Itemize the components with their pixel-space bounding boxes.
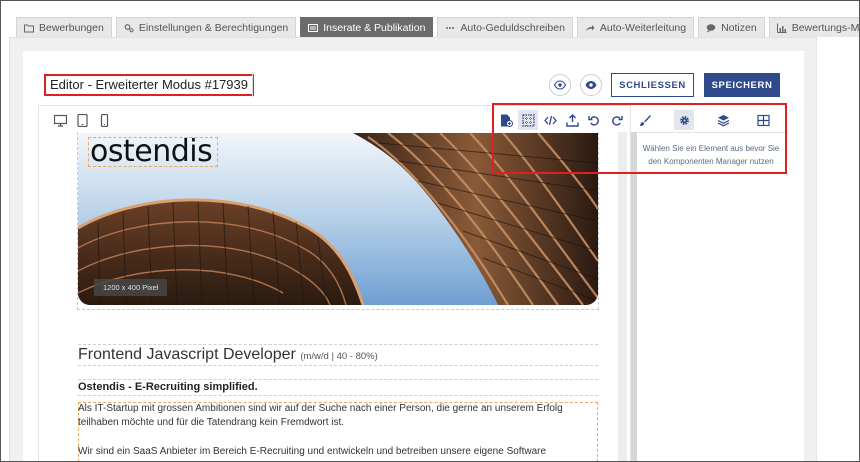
preview-eye-button[interactable] <box>549 74 571 96</box>
component-outline-button[interactable] <box>518 110 538 130</box>
newspaper-icon <box>308 23 319 33</box>
editor-title: Editor - Erweiterter Modus #17939 <box>44 74 254 96</box>
redo-button[interactable] <box>606 110 626 130</box>
paint-brush-icon <box>639 114 651 126</box>
tab-label: Einstellungen & Berechtigungen <box>138 21 289 34</box>
mobile-icon <box>100 113 108 127</box>
eye-icon <box>554 80 566 90</box>
tab-bewerbungen[interactable]: Bewerbungen <box>16 17 112 37</box>
gears-icon <box>124 23 134 33</box>
undo-button[interactable] <box>584 110 604 130</box>
tab-inserate[interactable]: Inserate & Publikation <box>300 17 434 37</box>
trait-manager-button[interactable] <box>674 110 694 130</box>
gear-icon <box>679 115 689 125</box>
folder-icon <box>24 23 34 33</box>
layer-manager-button[interactable] <box>713 110 733 130</box>
description-paragraph-2[interactable]: Wir sind ein SaaS Anbieter im Bereich E-… <box>78 445 596 459</box>
blocks-button[interactable] <box>753 110 773 130</box>
company-logo[interactable]: ostendis <box>90 136 213 168</box>
company-tagline[interactable]: Ostendis - E-Recruiting simplified. <box>78 380 258 394</box>
code-view-button[interactable] <box>540 110 560 130</box>
canvas-scrollbar[interactable] <box>618 132 627 462</box>
close-button[interactable]: SCHLIESSEN <box>611 73 694 97</box>
layers-icon <box>717 114 729 126</box>
share-icon <box>585 23 595 33</box>
tab-label: Bewerbungen <box>39 21 104 34</box>
preview-eye-button-2[interactable] <box>580 74 602 96</box>
redo-icon <box>611 115 623 126</box>
job-meta: (m/w/d | 40 - 80%) <box>300 351 378 362</box>
desktop-view-button[interactable] <box>52 112 68 128</box>
tab-label: Auto-Weiterleitung <box>599 21 687 34</box>
bar-chart-icon <box>776 23 787 33</box>
grid-dotted-icon <box>521 113 535 127</box>
tab-label: Inserate & Publikation <box>323 21 426 34</box>
mobile-view-button[interactable] <box>96 112 112 128</box>
file-import-icon <box>500 114 513 127</box>
tablet-view-button[interactable] <box>74 112 90 128</box>
tab-label: Notizen <box>721 21 757 34</box>
tab-bar: Bewerbungen Einstellungen & Berechtigung… <box>16 17 860 37</box>
code-icon <box>543 115 557 125</box>
tab-notizen[interactable]: Notizen <box>698 17 765 37</box>
image-size-badge: 1200 x 400 Pixel <box>94 279 168 296</box>
tab-bewertungs-matrix[interactable]: Bewertungs-Matrix <box>768 17 860 37</box>
tab-auto-weiterleitung[interactable]: Auto-Weiterleitung <box>576 17 695 37</box>
comment-icon <box>706 23 716 33</box>
tab-label: Auto-Geduldschreiben <box>460 21 565 34</box>
style-manager-button[interactable] <box>634 110 654 130</box>
export-button[interactable] <box>562 110 582 130</box>
component-manager-hint: Wählen Sie ein Element aus bevor Sie den… <box>642 144 780 166</box>
job-title-text: Frontend Javascript Developer <box>78 346 296 363</box>
component-manager-panel <box>631 132 788 462</box>
upload-icon <box>565 113 579 127</box>
tablet-icon <box>76 113 88 127</box>
description-paragraph-1[interactable]: Als IT-Startup mit grossen Ambitionen si… <box>78 402 596 430</box>
eye-icon <box>585 81 597 89</box>
tab-einstellungen[interactable]: Einstellungen & Berechtigungen <box>115 17 297 37</box>
desktop-icon <box>53 114 67 127</box>
job-title[interactable]: Frontend Javascript Developer (m/w/d | 4… <box>78 345 378 367</box>
header-divider <box>252 72 253 98</box>
dots-icon <box>445 23 455 33</box>
import-button[interactable] <box>496 110 516 130</box>
undo-icon <box>587 115 599 126</box>
save-button[interactable]: SPEICHERN <box>704 73 780 97</box>
table-grid-icon <box>756 114 770 126</box>
tab-label: Bewertungs-Matrix <box>791 21 860 34</box>
tab-auto-geduldschreiben[interactable]: Auto-Geduldschreiben <box>437 17 573 37</box>
device-switcher <box>52 112 112 128</box>
